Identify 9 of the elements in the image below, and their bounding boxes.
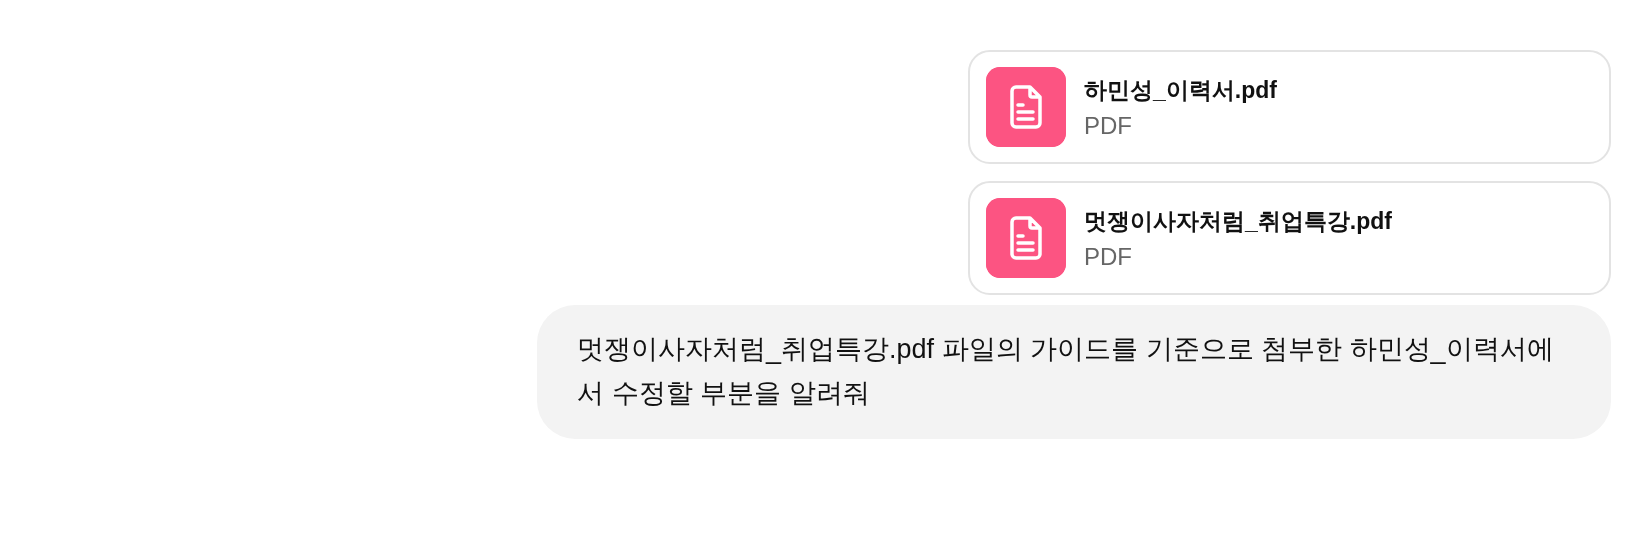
file-name: 하민성_이력서.pdf <box>1084 75 1277 105</box>
file-name: 멋쟁이사자처럼_취업특강.pdf <box>1084 206 1392 236</box>
file-card[interactable]: 멋쟁이사자처럼_취업특강.pdf PDF <box>968 181 1611 295</box>
message-bubble: 멋쟁이사자처럼_취업특강.pdf 파일의 가이드를 기준으로 첨부한 하민성_이력서에서 수정할 부분을 알려줘 <box>537 305 1611 439</box>
file-type: PDF <box>1084 242 1133 271</box>
document-icon <box>986 198 1066 278</box>
file-type: PDF <box>1084 111 1133 140</box>
file-card[interactable]: 하민성_이력서.pdf PDF <box>968 50 1611 164</box>
document-icon <box>986 67 1066 147</box>
